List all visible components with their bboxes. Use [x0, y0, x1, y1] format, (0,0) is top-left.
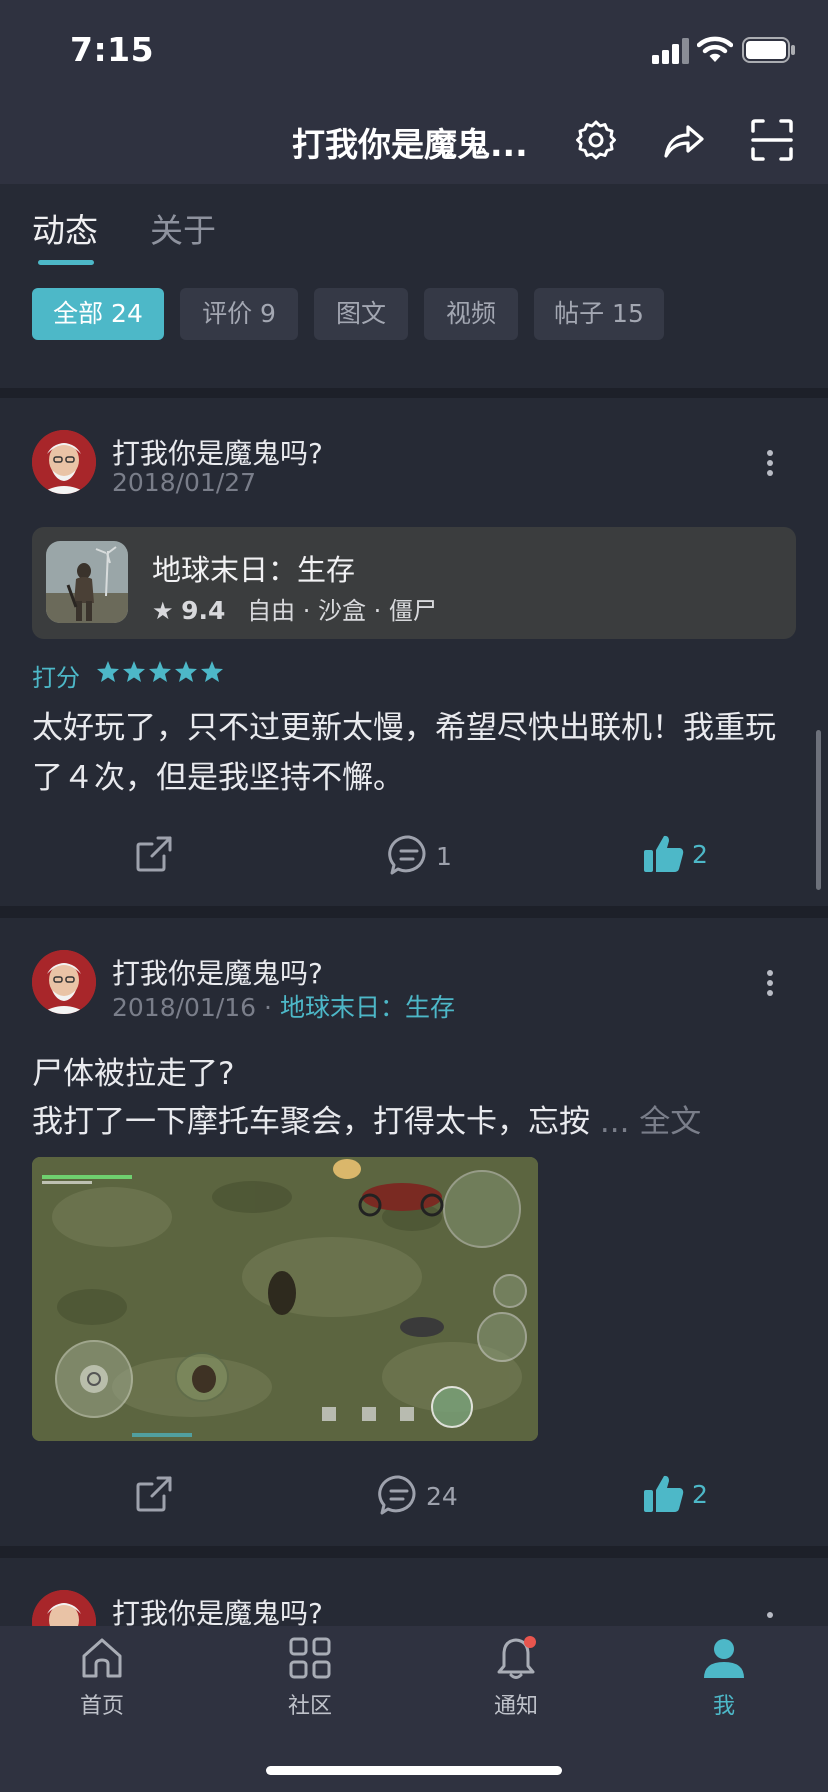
- cellular-signal-icon: [652, 38, 689, 64]
- scan-icon[interactable]: [750, 118, 794, 162]
- status-time: 7:15: [70, 30, 155, 69]
- bell-icon: [497, 1636, 536, 1679]
- wifi-icon: [697, 36, 733, 62]
- rating-label: 打分: [32, 664, 80, 692]
- thumbs-up-icon: [644, 835, 684, 872]
- nav-label: 我: [712, 1694, 735, 1719]
- share-icon[interactable]: [662, 118, 706, 162]
- home-icon: [82, 1638, 122, 1678]
- post-date: 2018/01/16: [112, 993, 257, 1022]
- avatar[interactable]: [32, 950, 96, 1014]
- like-action[interactable]: 2: [642, 832, 712, 876]
- scrollbar[interactable]: [816, 730, 821, 890]
- share-action[interactable]: [134, 834, 178, 878]
- comment-count: 1: [436, 842, 452, 871]
- game-score: 9.4: [181, 596, 226, 625]
- battery-icon: [742, 37, 795, 63]
- post-username[interactable]: 打我你是魔鬼吗?: [112, 432, 323, 472]
- tab-about[interactable]: 关于: [150, 204, 216, 252]
- more-options-icon[interactable]: [766, 970, 774, 996]
- star-icon: [97, 661, 119, 682]
- share-out-icon: [136, 836, 172, 872]
- game-meta: ★ 9.4 自由 · 沙盒 · 僵尸: [152, 591, 437, 626]
- filter-image-text[interactable]: 图文: [314, 288, 408, 340]
- active-tab-indicator: [38, 260, 94, 265]
- share-out-icon: [136, 1476, 172, 1512]
- post-title[interactable]: 尸体被拉走了?: [32, 1048, 234, 1093]
- filter-reviews[interactable]: 评价 9: [180, 288, 298, 340]
- avatar-image: [32, 430, 96, 494]
- comment-icon: [378, 1475, 416, 1515]
- nav-label: 社区: [287, 1694, 332, 1719]
- settings-gear-icon[interactable]: [574, 118, 618, 162]
- post-snippet[interactable]: 我打了一下摩托车聚会，打得太卡，忘按 ... 全文: [32, 1096, 701, 1141]
- filter-video[interactable]: 视频: [424, 288, 518, 340]
- like-action[interactable]: 2: [642, 1472, 712, 1516]
- nav-community[interactable]: 社区: [250, 1636, 370, 1736]
- comment-action[interactable]: 24: [378, 1474, 468, 1518]
- more-options-icon[interactable]: [766, 450, 774, 476]
- star-icon: [123, 661, 145, 682]
- avatar[interactable]: [32, 430, 96, 494]
- comment-count: 24: [426, 1482, 458, 1511]
- nav-label: 首页: [79, 1694, 124, 1719]
- home-indicator[interactable]: [266, 1766, 562, 1775]
- tab-dynamic[interactable]: 动态: [32, 204, 98, 252]
- star-icon: [201, 661, 223, 682]
- post-date: 2018/01/27: [112, 468, 257, 497]
- filter-all[interactable]: 全部 24: [32, 288, 164, 340]
- grid-icon: [289, 1637, 331, 1679]
- post-username[interactable]: 打我你是魔鬼吗?: [112, 952, 323, 992]
- game-score-star-icon: ★: [152, 597, 174, 625]
- tabs-area: [0, 184, 828, 388]
- nav-home[interactable]: 首页: [42, 1636, 162, 1736]
- like-count: 2: [692, 1480, 708, 1509]
- like-count: 2: [692, 840, 708, 869]
- comment-icon: [388, 835, 426, 875]
- post-game-link[interactable]: 地球末日：生存: [280, 993, 455, 1022]
- star-icon: [149, 661, 171, 682]
- comment-action[interactable]: 1: [388, 834, 458, 878]
- star-icon: [175, 661, 197, 682]
- thumbs-up-icon: [644, 1475, 684, 1512]
- nav-notifications[interactable]: 通知: [456, 1636, 576, 1736]
- person-icon: [704, 1639, 744, 1678]
- meta-separator: ·: [264, 993, 272, 1022]
- post-snippet-text: 我打了一下摩托车聚会，打得太卡，忘按: [32, 1104, 590, 1140]
- post-meta: 2018/01/16 · 地球末日：生存: [112, 988, 455, 1024]
- game-tags: 自由 · 沙盒 · 僵尸: [247, 597, 437, 625]
- review-text[interactable]: 太好玩了，只不过更新太慢，希望尽快出联机！我重玩了４次，但是我坚持不懈。: [32, 703, 802, 803]
- read-more-link[interactable]: ... 全文: [600, 1104, 701, 1140]
- page-title: 打我你是魔鬼...: [292, 125, 528, 164]
- game-card[interactable]: 地球末日：生存 ★ 9.4 自由 · 沙盒 · 僵尸: [32, 527, 796, 639]
- post-image[interactable]: [32, 1157, 538, 1441]
- rating-stars: [97, 661, 223, 682]
- nav-me[interactable]: 我: [664, 1636, 784, 1736]
- avatar-image: [32, 950, 96, 1014]
- game-title: 地球末日：生存: [152, 553, 356, 587]
- share-action[interactable]: [134, 1474, 178, 1518]
- filter-posts[interactable]: 帖子 15: [534, 288, 664, 340]
- notification-badge: [524, 1636, 536, 1648]
- nav-label: 通知: [493, 1694, 538, 1719]
- game-icon: [46, 541, 128, 623]
